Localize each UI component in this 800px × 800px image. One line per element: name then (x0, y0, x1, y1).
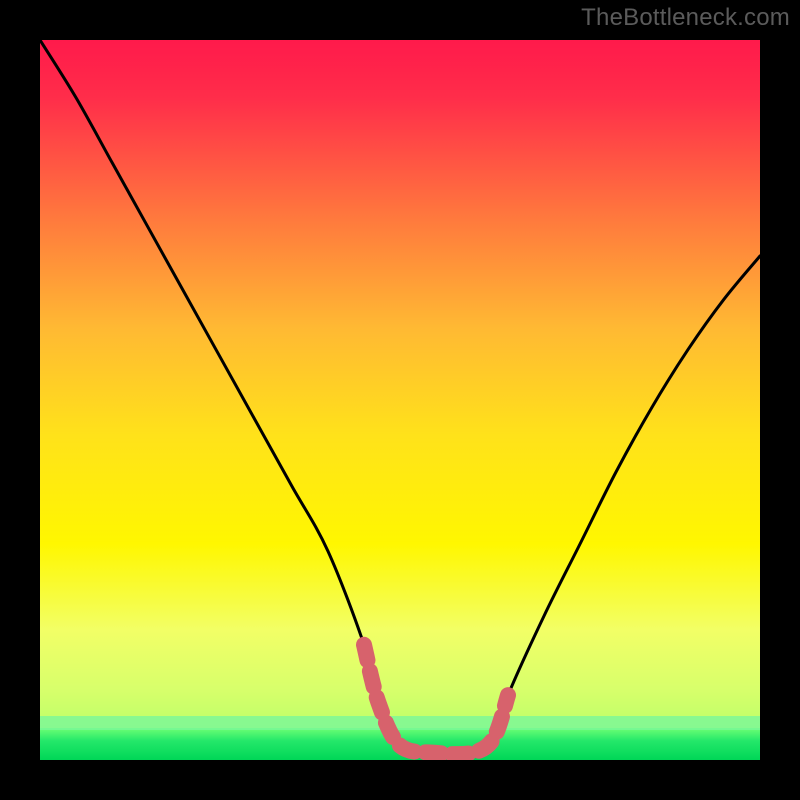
chart-frame: TheBottleneck.com (0, 0, 800, 800)
gradient-background (40, 40, 760, 760)
watermark-text: TheBottleneck.com (581, 4, 790, 32)
plot-area (40, 40, 760, 760)
chart-svg (40, 40, 760, 760)
green-upper-stripe (40, 716, 760, 730)
